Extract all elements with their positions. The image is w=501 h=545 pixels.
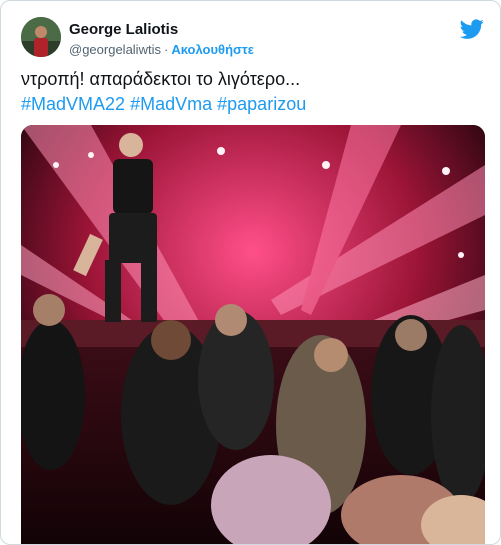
handle-line: @georgelaliwtis · Ακολουθήστε <box>69 42 254 57</box>
twitter-bird-icon[interactable] <box>460 17 484 41</box>
hashtag-link[interactable]: #MadVMA22 <box>21 94 125 114</box>
avatar[interactable] <box>21 17 61 57</box>
hashtag-link[interactable]: #paparizou <box>217 94 306 114</box>
tweet-text: ντροπή! απαράδεκτοι το λιγότερο... #MadV… <box>21 67 482 117</box>
hashtag-list: #MadVMA22 #MadVma #paparizou <box>21 92 482 117</box>
tweet-body: ντροπή! απαράδεκτοι το λιγότερο... <box>21 69 301 89</box>
author-name[interactable]: George Laliotis <box>69 21 178 38</box>
tweet-video[interactable] <box>21 125 485 544</box>
video-frame <box>21 125 485 544</box>
tweet-header: George Laliotis @georgelaliwtis · Ακολουθή… <box>21 15 490 59</box>
separator-dot: · <box>163 42 169 57</box>
hashtag-link[interactable]: #MadVma <box>130 94 212 114</box>
tweet-card: George Laliotis @georgelaliwtis · Ακολουθή… <box>0 0 501 545</box>
author-handle[interactable]: @georgelaliwtis <box>69 42 161 57</box>
follow-button[interactable]: Ακολουθήστε <box>171 42 254 57</box>
